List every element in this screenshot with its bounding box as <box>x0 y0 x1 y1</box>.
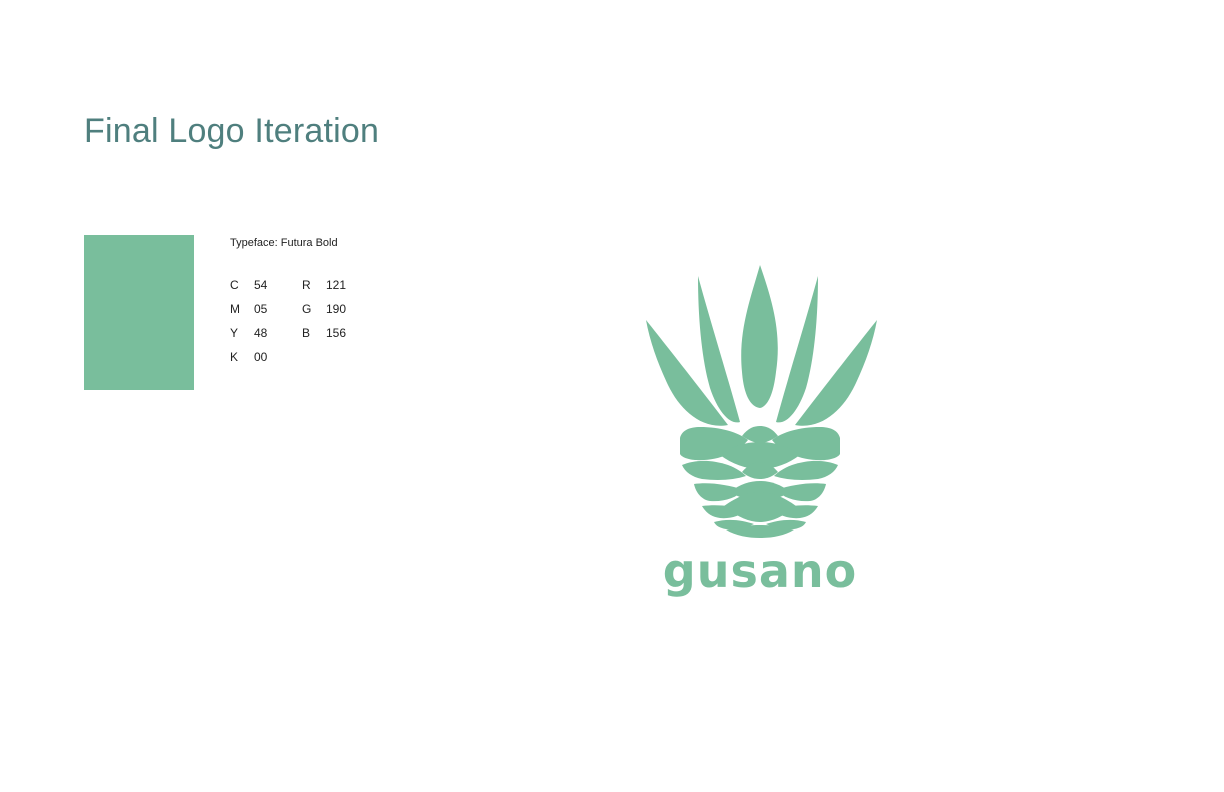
cmyk-value: 54 <box>254 278 268 292</box>
gusano-logo: gusano <box>630 260 890 610</box>
cmyk-letter: M <box>230 302 240 316</box>
leaf-inner-right <box>776 276 818 423</box>
page-title: Final Logo Iteration <box>84 112 380 150</box>
wordmark: gusano <box>663 544 857 598</box>
rgb-value: 156 <box>326 326 347 340</box>
agave-pina-icon: gusano <box>646 265 877 598</box>
rgb-letter: G <box>302 302 312 316</box>
cmyk-letter: Y <box>230 326 239 340</box>
cmyk-value: 05 <box>254 302 268 316</box>
rgb-value: 121 <box>326 278 347 292</box>
cmyk-letter: K <box>230 350 239 364</box>
typeface-label: Typeface: Futura Bold <box>230 237 338 249</box>
cmyk-letter: C <box>230 278 239 292</box>
rgb-value: 190 <box>326 302 347 316</box>
cmyk-value: 48 <box>254 326 268 340</box>
cmyk-value: 00 <box>254 350 268 364</box>
rgb-letter: R <box>302 278 311 292</box>
rgb-letter: B <box>302 326 311 340</box>
leaf-center <box>741 265 778 408</box>
color-swatch <box>84 235 194 390</box>
